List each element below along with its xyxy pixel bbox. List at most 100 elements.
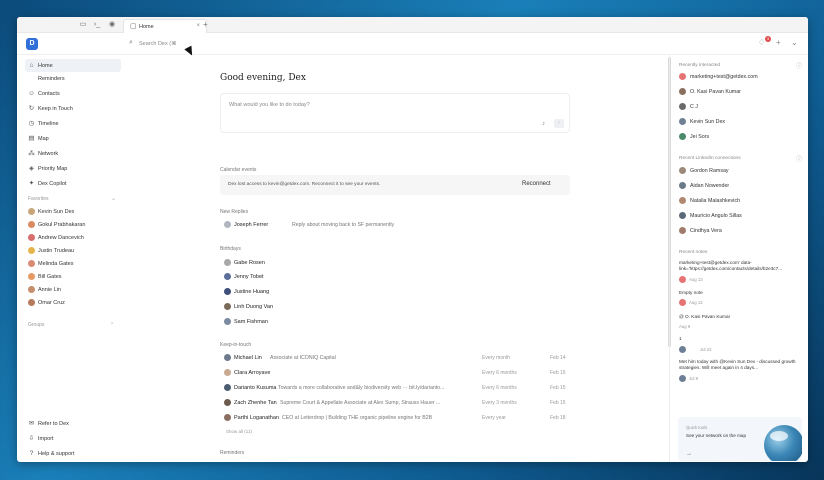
avatar: [679, 88, 686, 95]
tab-home[interactable]: ▢ Home ×: [123, 19, 207, 33]
chevron-down-icon[interactable]: ⌄: [791, 38, 798, 47]
chevron-down-icon[interactable]: ⌄: [111, 195, 116, 202]
note-text[interactable]: @ O. Kasi Pavan Kumar: [679, 314, 803, 320]
chevron-right-icon[interactable]: ›: [111, 321, 113, 327]
frequency-badge[interactable]: Every 6 months: [482, 370, 517, 376]
sidebar-item-label: Reminders: [38, 75, 65, 82]
list-item[interactable]: O. Kasi Pavan Kumar: [679, 86, 804, 98]
avatar: [28, 247, 35, 254]
frequency-badge[interactable]: Every 6 months: [482, 385, 517, 391]
person-name: Cindhya Vera: [690, 228, 722, 234]
list-item[interactable]: Aidan Nowender: [679, 180, 804, 192]
list-item[interactable]: Sam Fishman: [220, 316, 570, 328]
sidebar-item-priority-map[interactable]: ◈ Priority Map: [25, 162, 121, 175]
table-row[interactable]: Darianto Kusuma Towards a more collabora…: [220, 382, 570, 394]
monitor-icon[interactable]: ▭: [79, 21, 87, 29]
person-name: Michael Lin: [234, 355, 262, 361]
list-item[interactable]: marketing+test@getdex.com: [679, 71, 804, 83]
note-text[interactable]: 1: [679, 336, 803, 342]
contacts-icon: ☺: [28, 90, 35, 97]
info-icon[interactable]: ⓘ: [796, 154, 802, 163]
arrow-right-icon[interactable]: →: [686, 451, 692, 457]
list-item[interactable]: Gordon Ramsay: [679, 165, 804, 177]
table-row[interactable]: Michael Lin Associate at ICONIQ Capital …: [220, 352, 570, 364]
list-item[interactable]: Cindhya Vera: [679, 225, 804, 237]
sidebar-item-help[interactable]: ? Help & support: [25, 447, 121, 460]
microphone-icon[interactable]: ♪: [542, 121, 545, 127]
sidebar-item-label: Timeline: [38, 120, 59, 127]
terminal-icon[interactable]: ›_: [93, 21, 101, 29]
note-text[interactable]: marketing+test@getdex.com' data-link='ht…: [679, 260, 803, 272]
sidebar-item-home[interactable]: ⌂ Home: [25, 59, 121, 72]
person-name: Kevin Sun Dex: [690, 119, 726, 125]
show-all-link[interactable]: Show all (11): [226, 429, 252, 434]
person-title: Supreme Court & Appellate Associate at A…: [280, 400, 441, 406]
note-date: Aug 12: [689, 300, 703, 305]
network-icon: ⁂: [28, 150, 35, 157]
list-item[interactable]: Mauricio Angulo Sillas: [679, 210, 804, 222]
favorite-item[interactable]: Bill Gates: [25, 270, 121, 283]
favorite-item[interactable]: Annie Lin: [25, 283, 121, 296]
ask-placeholder: What would you like to do today?: [229, 102, 310, 108]
close-icon[interactable]: ×: [196, 23, 200, 29]
sidebar-item-network[interactable]: ⁂ Network: [25, 147, 121, 160]
favorite-item[interactable]: Melinda Gates: [25, 257, 121, 270]
clock-icon: ◷: [28, 120, 35, 127]
sidebar-item-keep-in-touch[interactable]: ↻ Keep in Touch: [25, 102, 121, 115]
table-row[interactable]: Zach Zhenhe Tan Supreme Court & Appellat…: [220, 397, 570, 409]
note-text[interactable]: Met him today with @Kevin Sun Dex - disc…: [679, 359, 803, 371]
info-icon[interactable]: ⓘ: [796, 61, 802, 70]
favorite-label: Omar Cruz: [38, 299, 65, 306]
keep-in-touch-heading: Keep-in-touch: [220, 342, 252, 348]
list-item[interactable]: Justine Huang: [220, 286, 570, 298]
sidebar-item-import[interactable]: ⇩ Import: [25, 432, 121, 445]
sidebar-item-map[interactable]: ▤ Map: [25, 132, 121, 145]
home-icon: ⌂: [29, 62, 34, 69]
favorite-item[interactable]: Gokul Prabhakaran: [25, 218, 121, 231]
reconnect-button[interactable]: Reconnect: [522, 181, 551, 187]
frequency-badge[interactable]: Every 3 months: [482, 400, 517, 406]
send-button[interactable]: ↑: [554, 119, 564, 128]
new-tab-button[interactable]: +: [203, 20, 208, 29]
map-promo-card[interactable]: Quick tools See your network on the map …: [678, 417, 802, 461]
recent-notes-heading: Recent notes: [679, 250, 708, 255]
list-item[interactable]: Gabe Rosen: [220, 257, 570, 269]
list-item[interactable]: Jenny Tobet: [220, 271, 570, 283]
frequency-badge[interactable]: Every month: [482, 355, 510, 361]
sidebar-item-dex-copilot[interactable]: ✦ Dex Copilot: [25, 177, 121, 190]
due-date: Feb 18: [550, 415, 566, 421]
favorite-item[interactable]: Justin Trudeau: [25, 244, 121, 257]
table-row[interactable]: Clara Arroyave Every 6 months Feb 15: [220, 367, 570, 379]
avatar: [224, 221, 231, 228]
sidebar-item-reminders[interactable]: Reminders: [25, 72, 121, 85]
note-text[interactable]: Empty note: [679, 290, 803, 296]
calendar-banner: Dex lost access to kevin@getdex.com. Rec…: [220, 175, 570, 195]
ask-input[interactable]: What would you like to do today? ♪ ↑: [220, 93, 570, 133]
gift-icon: ✉: [28, 420, 35, 427]
list-item[interactable]: Linh Duong Van: [220, 301, 570, 313]
dex-logo[interactable]: D: [26, 38, 38, 50]
table-row[interactable]: Parthi Loganathan CEO at Letterdrop | Bu…: [220, 412, 570, 424]
frequency-badge[interactable]: Every year: [482, 415, 506, 421]
person-title: CEO at Letterdrop | Building THE organic…: [282, 415, 433, 421]
favorite-item[interactable]: Omar Cruz: [25, 296, 121, 309]
favorite-label: Bill Gates: [38, 273, 62, 280]
avatar: [679, 167, 686, 174]
avatar: [679, 133, 686, 140]
add-icon[interactable]: +: [776, 38, 781, 47]
favorite-item[interactable]: Andrew Dancevich: [25, 231, 121, 244]
favorite-item[interactable]: Kevin Sun Dex: [25, 205, 121, 218]
sidebar-item-refer[interactable]: ✉ Refer to Dex: [25, 417, 121, 430]
list-item[interactable]: Kevin Sun Dex: [679, 116, 804, 128]
avatar: [224, 273, 231, 280]
list-item[interactable]: Joseph Ferrer Reply about moving back to…: [220, 219, 570, 231]
eye-icon[interactable]: ◉: [108, 21, 116, 29]
sidebar-item-contacts[interactable]: ☺ Contacts: [25, 87, 121, 100]
avatar: [224, 318, 231, 325]
avatar: [679, 197, 686, 204]
list-item[interactable]: C J: [679, 101, 804, 113]
list-item[interactable]: Natalia Malashkevich: [679, 195, 804, 207]
sidebar-item-timeline[interactable]: ◷ Timeline: [25, 117, 121, 130]
avatar: [28, 260, 35, 267]
list-item[interactable]: Jei Sors: [679, 131, 804, 143]
